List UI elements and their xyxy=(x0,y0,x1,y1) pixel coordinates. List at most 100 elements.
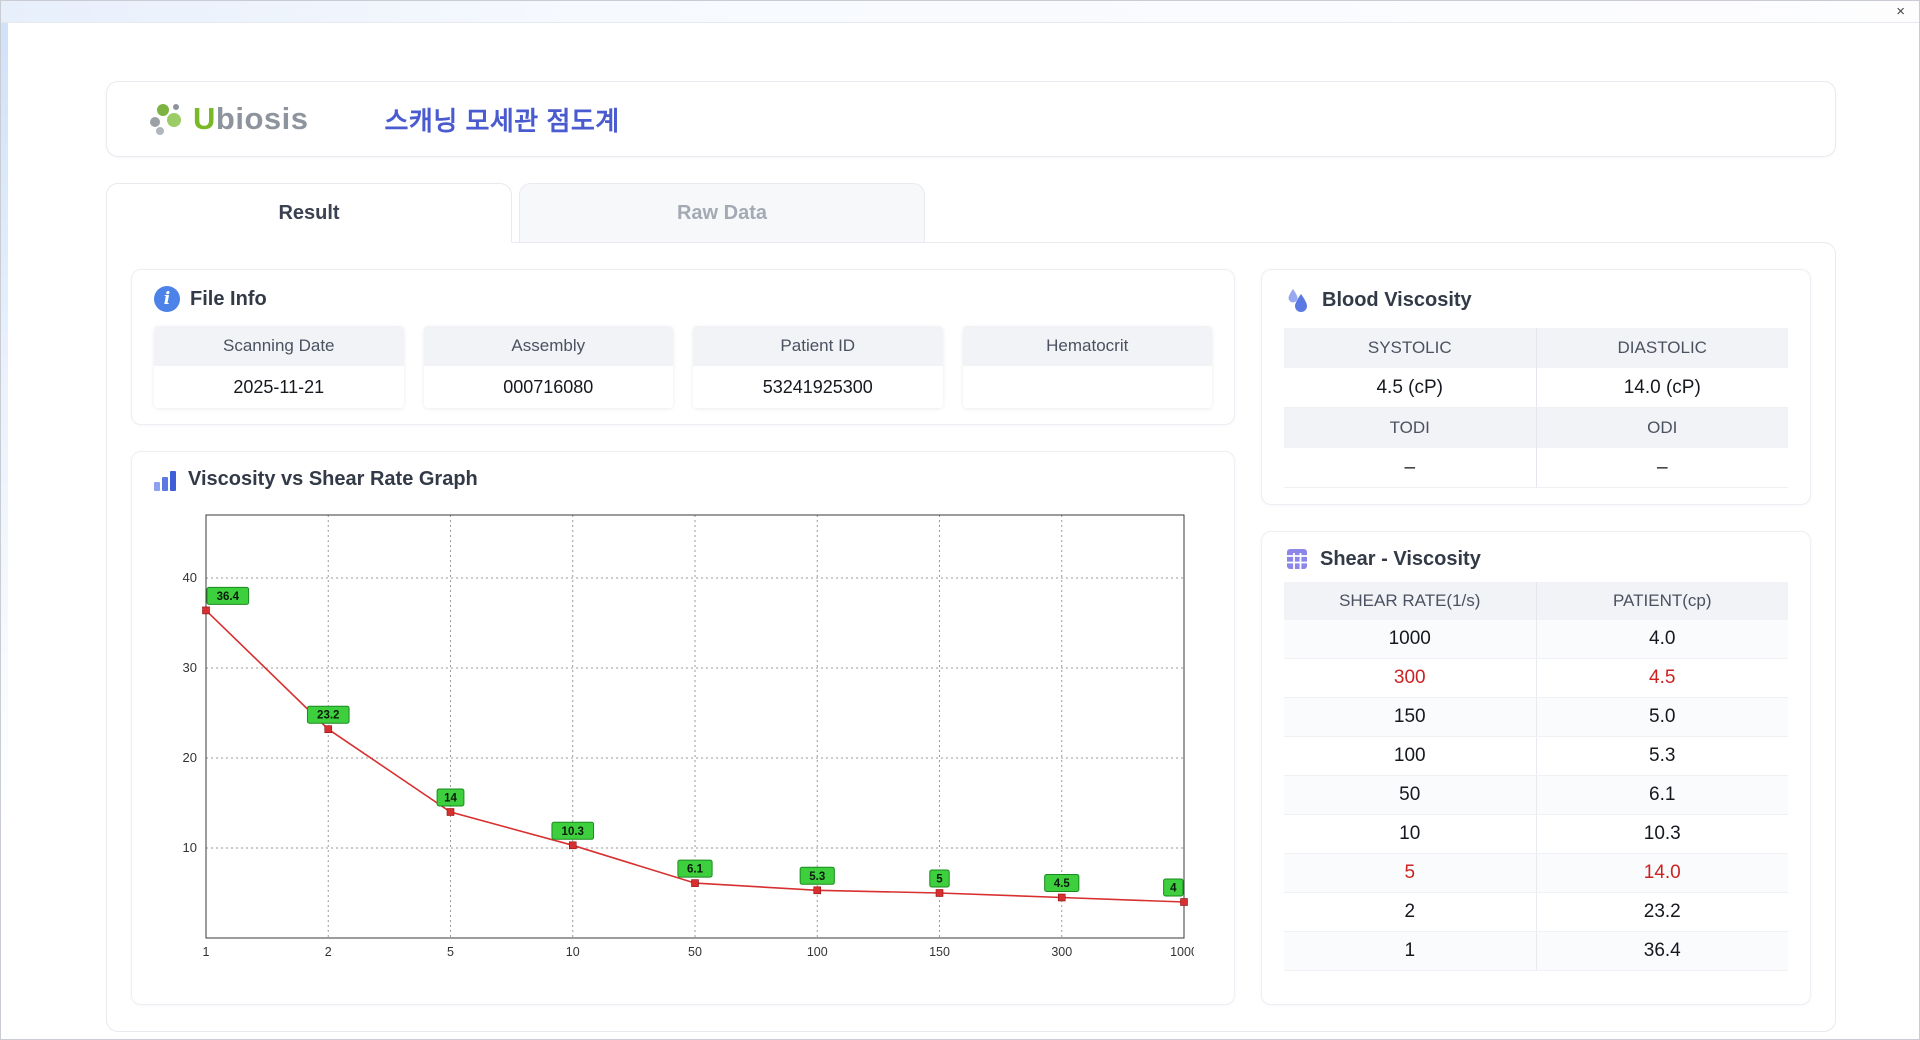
table-row: 150 5.0 xyxy=(1284,698,1788,737)
blood-viscosity-value-row: 4.5 (cP) 14.0 (cP) xyxy=(1284,368,1788,408)
svg-text:10.3: 10.3 xyxy=(562,826,584,838)
title-bar: × xyxy=(1,1,1919,23)
tab-bar: Result Raw Data xyxy=(106,183,1836,243)
graph-title: Viscosity vs Shear Rate Graph xyxy=(188,468,478,490)
table-row: 5 14.0 xyxy=(1284,854,1788,893)
file-info-card: i File Info Scanning Date 2025-11-21 Assem… xyxy=(131,269,1235,425)
svg-text:10: 10 xyxy=(183,840,197,855)
patient-viscosity-cell: 6.1 xyxy=(1649,784,1676,805)
svg-text:4: 4 xyxy=(1170,883,1177,895)
svg-text:5: 5 xyxy=(447,945,454,959)
shear-rate-cell: 300 xyxy=(1284,659,1537,697)
patient-viscosity-cell: 36.4 xyxy=(1643,940,1681,961)
patient-viscosity-cell: 10.3 xyxy=(1643,823,1681,844)
info-icon: i xyxy=(154,286,180,312)
tab-raw-data[interactable]: Raw Data xyxy=(519,183,925,243)
field-value: 53241925300 xyxy=(693,366,943,408)
table-header-row: SHEAR RATE(1/s) PATIENT(cp) xyxy=(1284,582,1788,620)
table-row: 100 5.3 xyxy=(1284,737,1788,776)
svg-text:20: 20 xyxy=(183,750,197,765)
svg-text:5.3: 5.3 xyxy=(809,871,825,883)
svg-text:23.2: 23.2 xyxy=(317,710,339,722)
field-value: 000716080 xyxy=(423,366,673,408)
table-row: 10 10.3 xyxy=(1284,815,1788,854)
svg-text:100: 100 xyxy=(807,945,828,959)
svg-text:300: 300 xyxy=(1051,945,1072,959)
brand-logo: Ubiosis xyxy=(145,99,308,139)
blood-viscosity-value-cell: 4.5 (cP) xyxy=(1284,368,1536,408)
svg-text:6.1: 6.1 xyxy=(687,864,704,876)
svg-text:10: 10 xyxy=(566,945,580,959)
svg-text:50: 50 xyxy=(688,945,702,959)
svg-text:36.4: 36.4 xyxy=(217,591,240,603)
field-label: Hematocrit xyxy=(962,326,1212,366)
file-info-title: File Info xyxy=(190,287,267,310)
patient-viscosity-cell: 23.2 xyxy=(1643,901,1681,922)
page-title: 스캐닝 모세관 점도계 xyxy=(384,105,620,136)
brand-name: Ubiosis xyxy=(193,101,308,137)
svg-text:1: 1 xyxy=(203,945,210,959)
file-info-field: Assembly 000716080 xyxy=(423,326,673,408)
shear-rate-cell: 5 xyxy=(1284,854,1537,892)
blood-viscosity-header-cell: ODI xyxy=(1535,408,1788,448)
svg-text:40: 40 xyxy=(183,570,197,585)
blood-viscosity-header-row: SYSTOLIC DIASTOLIC xyxy=(1284,328,1788,368)
patient-viscosity-cell: 4.0 xyxy=(1649,628,1676,649)
svg-text:14: 14 xyxy=(444,793,457,805)
file-info-field: Patient ID 53241925300 xyxy=(693,326,943,408)
svg-text:30: 30 xyxy=(183,660,197,675)
shear-rate-cell: 150 xyxy=(1284,698,1537,736)
shear-viscosity-title: Shear - Viscosity xyxy=(1320,547,1481,570)
blood-viscosity-grid: SYSTOLIC DIASTOLIC 4.5 (cP) 14.0 (cP) TODI OD… xyxy=(1284,328,1788,488)
blood-viscosity-card: Blood Viscosity SYSTOLIC DIASTOLIC 4.5 (cP… xyxy=(1261,269,1811,505)
svg-text:2: 2 xyxy=(325,945,332,959)
blood-viscosity-header-cell: TODI xyxy=(1284,408,1536,448)
blood-viscosity-title: Blood Viscosity xyxy=(1322,288,1472,311)
field-label: Patient ID xyxy=(693,326,943,366)
file-info-field: Scanning Date 2025-11-21 xyxy=(154,326,404,408)
shear-rate-cell: 10 xyxy=(1284,815,1537,853)
tab-result[interactable]: Result xyxy=(106,183,512,243)
file-info-fields: Scanning Date 2025-11-21 Assembly 000716080… xyxy=(154,326,1212,408)
table-row: 50 6.1 xyxy=(1284,776,1788,815)
app-header-card: Ubiosis 스캐닝 모세관 점도계 xyxy=(106,81,1836,157)
shear-viscosity-table: SHEAR RATE(1/s) PATIENT(cp) 1000 4.0 300 4.5 1… xyxy=(1284,582,1788,971)
patient-viscosity-cell: 4.5 xyxy=(1649,667,1676,688)
svg-text:5: 5 xyxy=(936,874,943,886)
blood-viscosity-value-cell: – xyxy=(1535,448,1788,488)
shear-viscosity-title-row: Shear - Viscosity xyxy=(1284,546,1788,572)
shear-rate-cell: 1000 xyxy=(1284,620,1537,658)
table-body: 1000 4.0 300 4.5 150 5.0 100 5.3 50 6.1 10 10.3 5 14.… xyxy=(1284,620,1788,971)
blood-viscosity-header-cell: SYSTOLIC xyxy=(1284,328,1536,368)
viscosity-graph-card: Viscosity vs Shear Rate Graph 10 20 30 40 36… xyxy=(131,451,1235,1005)
svg-text:1000: 1000 xyxy=(1170,945,1194,959)
blood-viscosity-value-cell: 14.0 (cP) xyxy=(1535,368,1788,408)
shear-rate-cell: 50 xyxy=(1284,776,1537,814)
shear-viscosity-card: Shear - Viscosity SHEAR RATE(1/s) PATIENT… xyxy=(1261,531,1811,1005)
patient-viscosity-cell: 5.3 xyxy=(1649,745,1676,766)
brand-logo-icon xyxy=(150,104,181,135)
table-row: 300 4.5 xyxy=(1284,659,1788,698)
field-value xyxy=(962,366,1212,408)
main-content: Ubiosis 스캐닝 모세관 점도계 Result Raw Data i Fi… xyxy=(1,23,1919,1032)
blood-viscosity-value-cell: – xyxy=(1284,448,1536,488)
table-header-cell: PATIENT(cp) xyxy=(1535,582,1789,620)
table-grid-icon xyxy=(1287,549,1307,569)
patient-viscosity-cell: 5.0 xyxy=(1649,706,1676,727)
blood-viscosity-header-cell: DIASTOLIC xyxy=(1535,328,1788,368)
graph-title-row: Viscosity vs Shear Rate Graph xyxy=(154,468,1212,491)
blood-viscosity-title-row: Blood Viscosity xyxy=(1284,286,1788,314)
table-header-cell: SHEAR RATE(1/s) xyxy=(1339,591,1481,610)
field-label: Scanning Date xyxy=(154,326,404,366)
bar-chart-icon xyxy=(154,469,178,491)
shear-rate-cell: 1 xyxy=(1284,932,1537,970)
table-row: 1 36.4 xyxy=(1284,932,1788,971)
close-button[interactable]: × xyxy=(1896,2,1905,22)
left-column: i File Info Scanning Date 2025-11-21 Assem… xyxy=(131,269,1235,1005)
result-panel: i File Info Scanning Date 2025-11-21 Assem… xyxy=(106,242,1836,1032)
table-row: 1000 4.0 xyxy=(1284,620,1788,659)
file-info-title-row: i File Info xyxy=(154,286,1212,312)
field-value: 2025-11-21 xyxy=(154,366,404,408)
blood-viscosity-header-row: TODI ODI xyxy=(1284,408,1788,448)
svg-text:150: 150 xyxy=(929,945,950,959)
